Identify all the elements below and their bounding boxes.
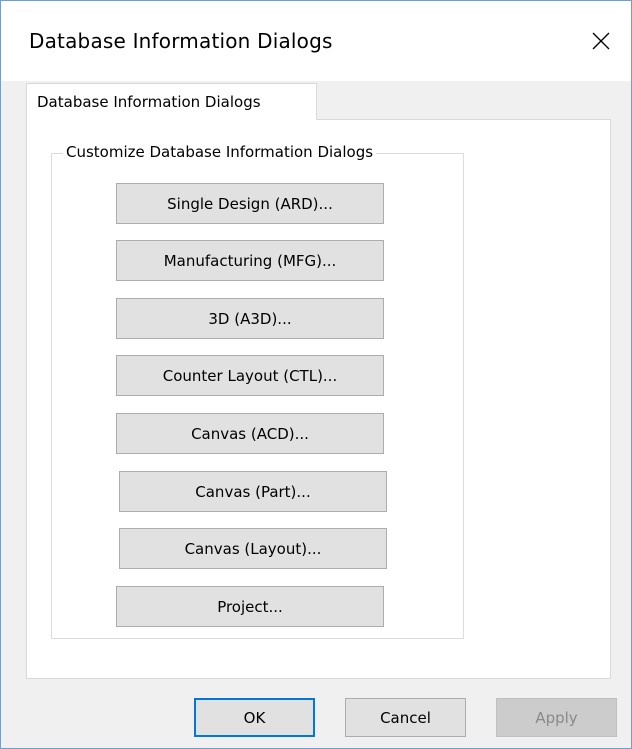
close-button[interactable] — [571, 13, 631, 69]
close-icon — [592, 32, 610, 50]
ok-button[interactable]: OK — [194, 698, 315, 737]
project-button[interactable]: Project... — [116, 586, 384, 627]
cancel-button[interactable]: Cancel — [345, 698, 466, 737]
apply-button[interactable]: Apply — [496, 698, 617, 737]
dialog-window: Database Information Dialogs Database In… — [0, 0, 632, 749]
counter-layout-ctl-button[interactable]: Counter Layout (CTL)... — [116, 355, 384, 396]
window-title: Database Information Dialogs — [29, 29, 333, 53]
tab-label: Database Information Dialogs — [37, 93, 261, 111]
single-design-ard-button[interactable]: Single Design (ARD)... — [116, 183, 384, 224]
3d-a3d-button[interactable]: 3D (A3D)... — [116, 298, 384, 339]
manufacturing-mfg-button[interactable]: Manufacturing (MFG)... — [116, 240, 384, 281]
canvas-part-button[interactable]: Canvas (Part)... — [119, 471, 387, 512]
title-bar: Database Information Dialogs — [1, 1, 631, 81]
tab-database-information-dialogs[interactable]: Database Information Dialogs — [26, 83, 317, 120]
groupbox-label: Customize Database Information Dialogs — [63, 143, 377, 161]
canvas-layout-button[interactable]: Canvas (Layout)... — [119, 528, 387, 569]
canvas-acd-button[interactable]: Canvas (ACD)... — [116, 413, 384, 454]
